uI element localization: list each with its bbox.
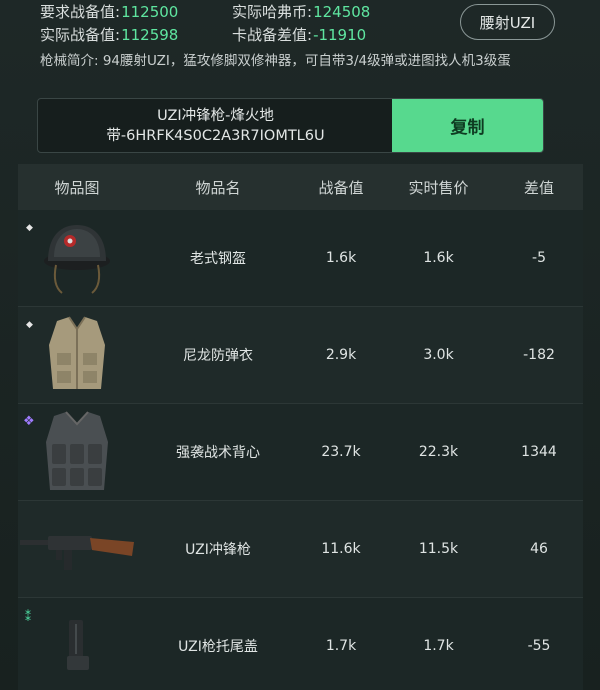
item-price: 1.6k [423,250,454,266]
diff-value-stat: 卡战备差值: -11910 [232,24,366,45]
item-diff: -5 [532,250,546,266]
item-price: 11.5k [418,541,459,557]
stats-row-1: 要求战备值: 112500 实际哈弗币: 124508 [40,0,460,23]
header-price: 实时售价 [408,178,469,197]
weapon-tag-button[interactable]: 腰射UZI [460,4,555,40]
purple-diamond-icon: ❖ [23,414,35,429]
item-name: UZI冲锋枪 [185,542,251,558]
header-name: 物品名 [195,178,241,197]
item-value: 11.6k [321,541,361,557]
actual-value-number: 112598 [121,25,179,44]
item-value: 1.7k [325,638,357,654]
required-value-stat: 要求战备值: 112500 [40,1,232,22]
table-body: ◆ 老式钢盔 1.6k 1.6k -5 ◆ 尼龙防弹衣 2.9k 3.0k -1… [18,210,583,690]
loadout-code-text[interactable]: UZI冲锋枪-烽火地 带-6HRFK4S0C2A3R7IOMTL6U [38,99,393,152]
header-image: 物品图 [54,178,100,197]
actual-hafcoin-number: 124508 [313,2,371,21]
stats-panel: 要求战备值: 112500 实际哈弗币: 124508 实际战备值: 112598 卡… [40,0,460,46]
actual-value-stat: 实际战备值: 112598 [40,24,232,45]
diff-value-label: 卡战备差值: [232,26,313,44]
item-value: 2.9k [325,347,357,363]
table-row[interactable]: ◆ 尼龙防弹衣 2.9k 3.0k -182 [18,307,583,404]
header-diff: 差值 [523,178,554,197]
actual-hafcoin-label: 实际哈弗币: [232,3,313,21]
table-header: 物品图 物品名 战备值 实时售价 差值 [18,164,583,210]
item-name: UZI枪托尾盖 [178,639,258,655]
white-diamond-icon: ◆ [26,223,33,233]
buttplate-icon [18,598,136,690]
items-table: 物品图 物品名 战备值 实时售价 差值 ◆ 老式钢盔 1.6k 1.6k -5 … [18,164,583,690]
loadout-code-line-1: UZI冲锋枪-烽火地 [157,107,274,124]
item-price: 3.0k [423,347,454,363]
diff-value-number: -11910 [313,25,367,44]
vest-icon [18,307,136,404]
table-row[interactable]: ❖ 强袭战术背心 23.7k 22.3k 1344 [18,404,583,501]
table-row[interactable]: ◆ 老式钢盔 1.6k 1.6k -5 [18,210,583,307]
header-value: 战备值 [318,178,364,197]
white-diamond-icon: ◆ [26,320,33,330]
item-price: 22.3k [418,444,459,460]
loadout-page: 要求战备值: 112500 实际哈弗币: 124508 实际战备值: 112598 卡… [0,0,600,690]
item-diff: -55 [527,638,551,654]
tactical-vest-icon [18,404,136,501]
item-price: 1.7k [423,638,454,654]
loadout-code-line-2: 带-6HRFK4S0C2A3R7IOMTL6U [106,127,325,144]
required-value-number: 112500 [121,2,179,21]
green-diamond-icon: ⁑ [25,610,31,624]
helmet-icon [18,210,136,307]
table-row[interactable]: UZI冲锋枪 11.6k 11.5k 46 [18,501,583,598]
table-row[interactable]: ⁑ UZI枪托尾盖 1.7k 1.7k -55 [18,598,583,690]
item-value: 1.6k [325,250,357,266]
item-diff: -182 [523,347,555,363]
required-value-label: 要求战备值: [40,3,121,21]
copy-button[interactable]: 复制 [392,99,543,152]
smg-icon [18,501,136,598]
loadout-code-box: UZI冲锋枪-烽火地 带-6HRFK4S0C2A3R7IOMTL6U 复制 [37,98,544,153]
stats-row-2: 实际战备值: 112598 卡战备差值: -11910 [40,23,460,46]
item-diff: 46 [530,541,548,557]
item-value: 23.7k [321,444,361,460]
actual-value-label: 实际战备值: [40,26,121,44]
weapon-intro: 枪械简介: 94腰射UZI，猛攻修脚双修神器，可自带3/4级弹或进图找人机3级蛋 [40,53,511,69]
item-diff: 1344 [521,444,557,460]
item-name: 强袭战术背心 [176,445,260,461]
item-name: 尼龙防弹衣 [183,348,253,364]
item-name: 老式钢盔 [190,251,246,267]
actual-hafcoin-stat: 实际哈弗币: 124508 [232,1,370,22]
